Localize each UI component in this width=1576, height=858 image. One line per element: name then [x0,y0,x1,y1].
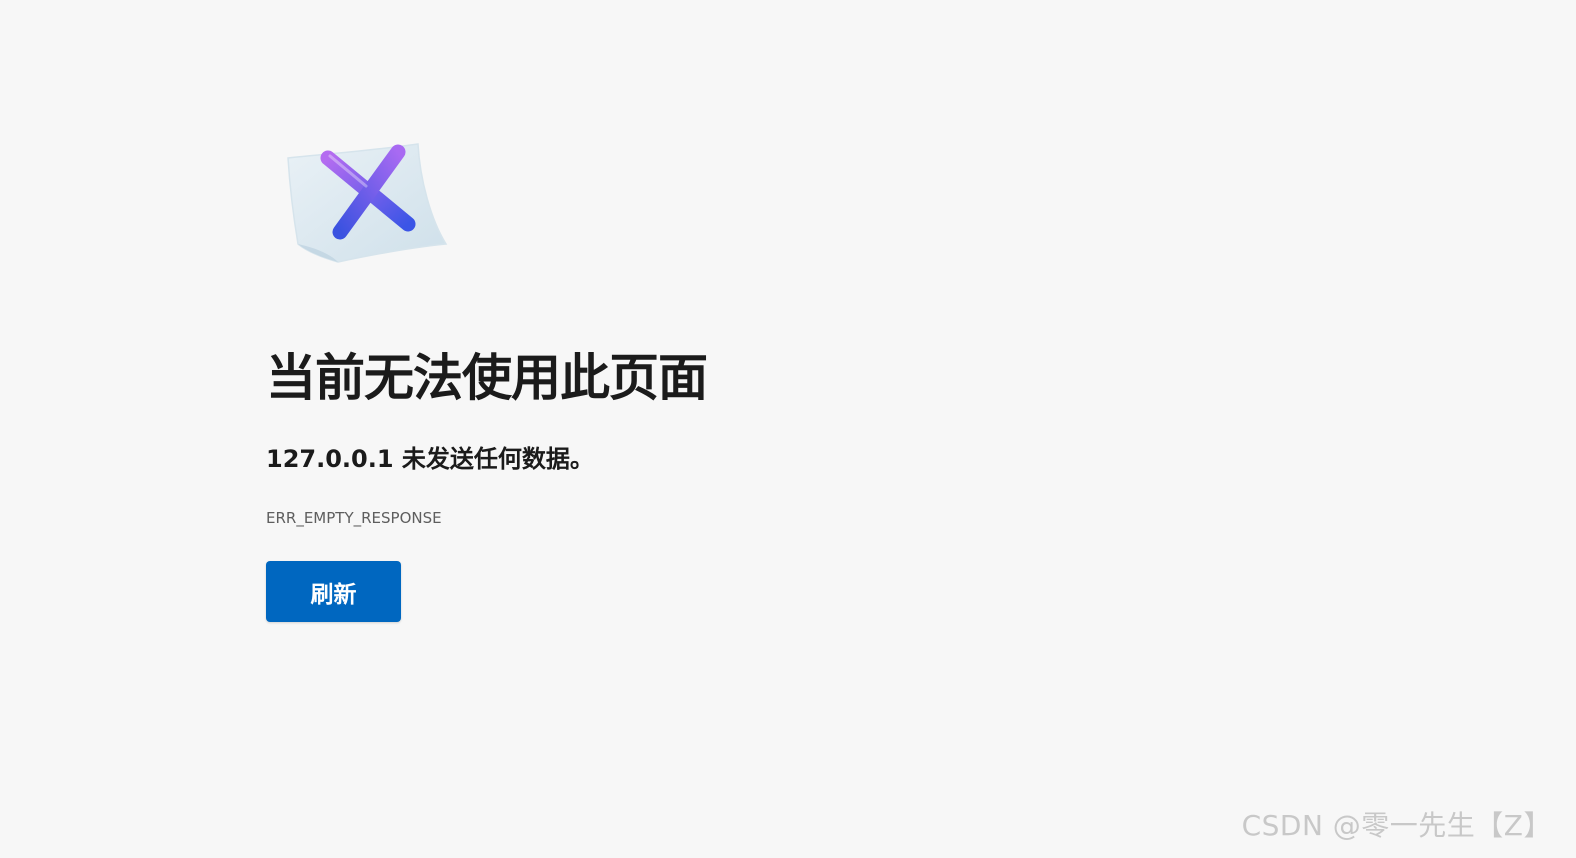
error-description: 127.0.0.1 未发送任何数据。 [266,445,594,473]
error-code: ERR_EMPTY_RESPONSE [266,509,442,527]
page-title: 当前无法使用此页面 [266,349,708,407]
error-page: 当前无法使用此页面 127.0.0.1 未发送任何数据。 ERR_EMPTY_R… [0,0,1576,858]
document-x-icon [287,143,448,263]
refresh-button[interactable]: 刷新 [266,561,401,622]
watermark: CSDN @零一先生【Z】 [1241,809,1552,842]
